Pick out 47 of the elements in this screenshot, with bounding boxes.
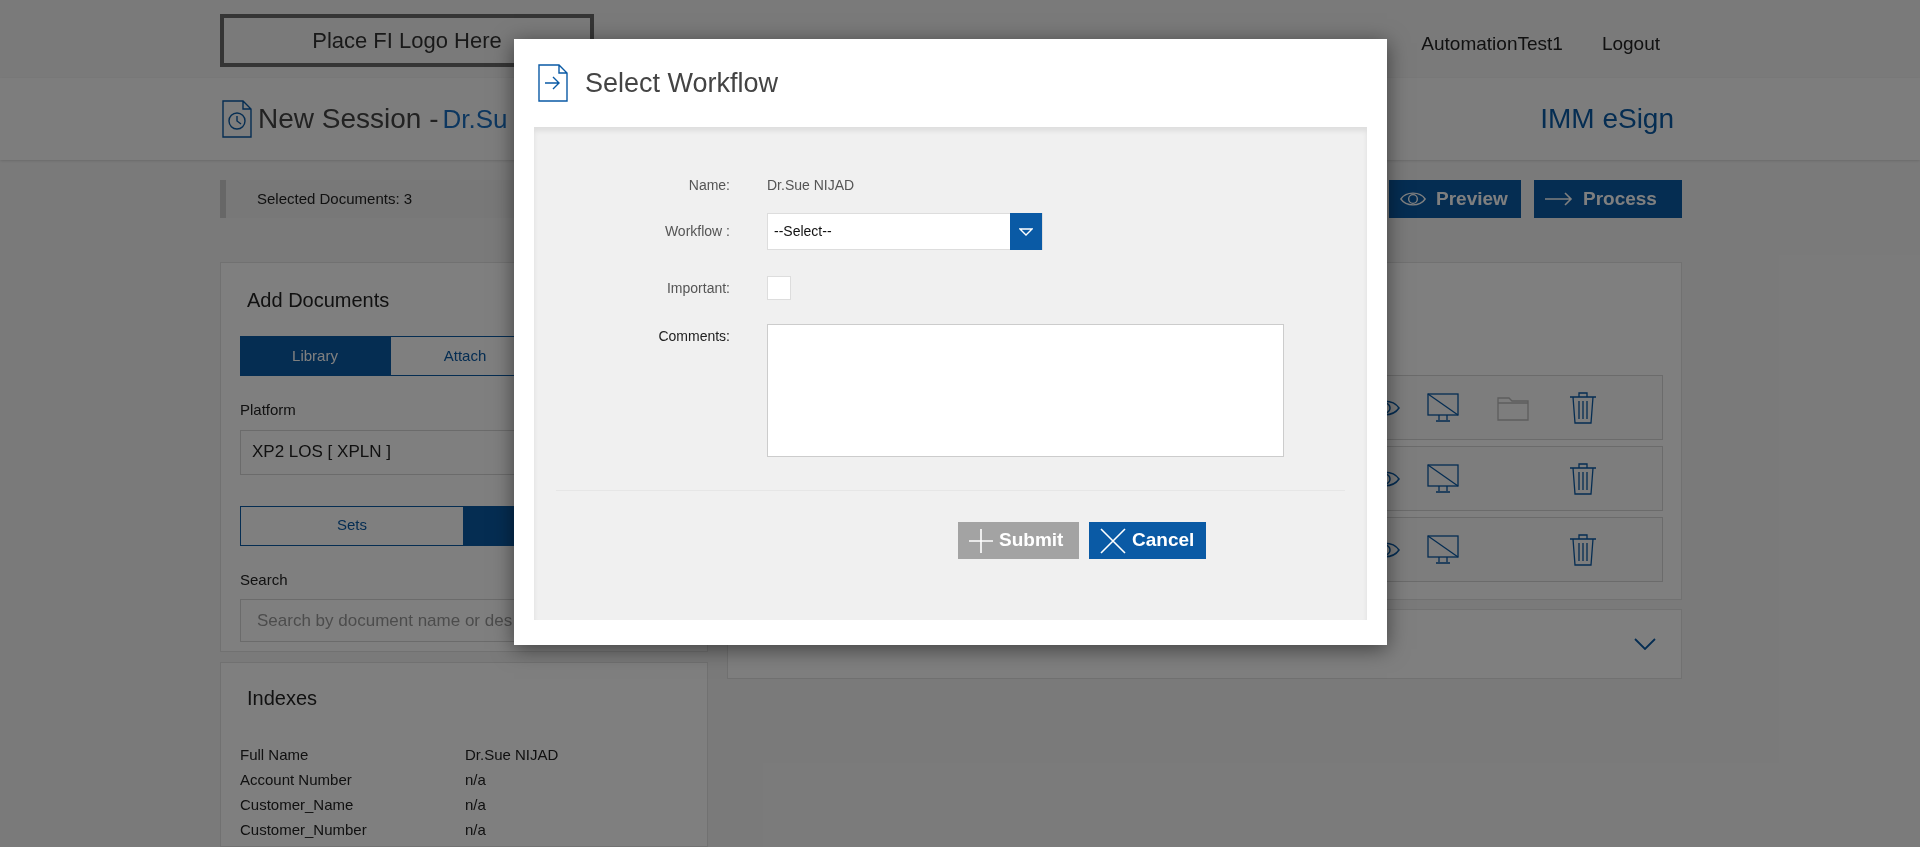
document-arrow-icon: [538, 64, 568, 102]
field-label: Comments:: [657, 327, 730, 346]
nav-link[interactable]: AutomationTest1: [1421, 30, 1563, 59]
session-title: New Session -: [258, 102, 439, 136]
index-name: Customer_Number: [240, 820, 368, 841]
arrow-right-icon: [1545, 192, 1573, 206]
dialog-title: Select Workflow: [585, 66, 779, 100]
index-name: Full Name: [240, 745, 310, 766]
comments-field[interactable]: [767, 324, 1284, 457]
plus-icon: [969, 528, 993, 553]
index-name: Customer_Name: [240, 795, 355, 816]
field-label: Workflow :: [663, 222, 730, 241]
index-value: n/a: [465, 820, 486, 841]
process-button[interactable]: Process: [1534, 180, 1682, 218]
trash-icon[interactable]: [1569, 462, 1597, 495]
monitor-icon[interactable]: [1427, 463, 1459, 494]
dropdown-button[interactable]: [1010, 213, 1042, 250]
chevron-icon[interactable]: [1634, 638, 1656, 650]
caret-icon: [1019, 227, 1033, 236]
customer-name: Dr.Su: [442, 102, 508, 136]
product-name: IMM eSign: [1540, 102, 1674, 136]
field-label: Important:: [665, 278, 730, 298]
workflow-select[interactable]: --Select--: [767, 213, 1043, 250]
name-value: Dr.Sue NIJAD: [767, 176, 855, 195]
logo-text: Place FI Logo Here: [312, 27, 502, 55]
monitor-icon[interactable]: [1427, 392, 1459, 423]
document-history-icon: [222, 100, 252, 138]
source-tab[interactable]: Library: [240, 336, 390, 376]
preview-button[interactable]: Preview: [1389, 180, 1521, 218]
mode-tab[interactable]: Sets: [240, 505, 464, 546]
index-value: Dr.Sue NIJAD: [465, 745, 559, 766]
index-value: n/a: [465, 795, 486, 816]
monitor-icon[interactable]: [1427, 534, 1459, 565]
nav-link[interactable]: Logout: [1601, 30, 1660, 59]
field-label: Search: [240, 569, 289, 590]
trash-icon[interactable]: [1569, 391, 1597, 424]
field-label: Platform: [240, 400, 297, 420]
important-checkbox[interactable]: [767, 276, 791, 300]
index-value: n/a: [465, 770, 486, 791]
index-name: Account Number: [240, 770, 353, 791]
selected-documents-count: Selected Documents: 3: [257, 188, 413, 209]
close-icon: [1100, 527, 1126, 554]
panel-title: Indexes: [247, 686, 319, 711]
field-label: Name:: [687, 176, 730, 195]
cancel-button[interactable]: Cancel: [1089, 522, 1206, 559]
trash-icon[interactable]: [1569, 533, 1597, 566]
eye-icon: [1400, 190, 1426, 208]
